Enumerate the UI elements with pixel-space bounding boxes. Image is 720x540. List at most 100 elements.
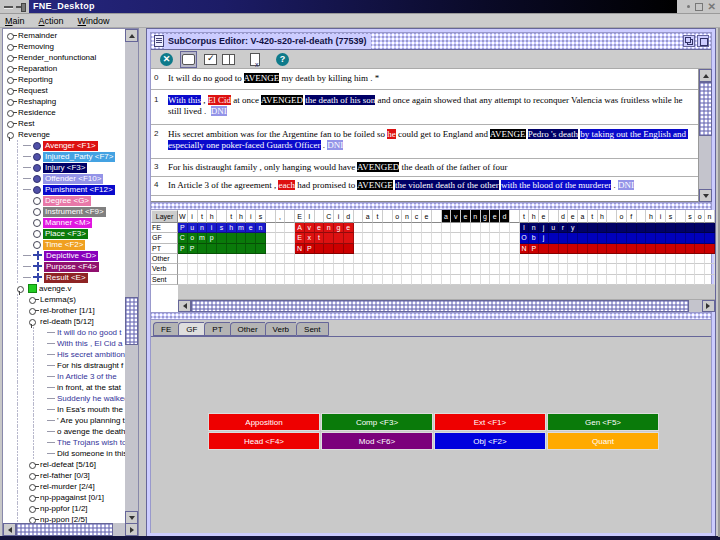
tree-fe-item[interactable]: Avenger <F1>: [3, 140, 125, 151]
grid-char-header[interactable]: e: [422, 210, 432, 223]
grid-cell[interactable]: n: [256, 223, 266, 233]
grid-cell[interactable]: [617, 254, 627, 264]
grid-cell[interactable]: [549, 264, 559, 274]
grid-cell[interactable]: [461, 264, 471, 274]
grid-char-header[interactable]: h: [207, 210, 217, 223]
grid-cell[interactable]: C: [178, 233, 188, 243]
grid-cell[interactable]: o: [188, 233, 198, 243]
grid-cell[interactable]: [666, 233, 676, 243]
tree-lemma-node[interactable]: Lemma(s): [3, 294, 125, 305]
grid-cell[interactable]: [461, 275, 471, 285]
tree-sentence[interactable]: ' Are you planning t: [3, 415, 125, 426]
grid-cell[interactable]: r: [559, 223, 569, 233]
grid-cell[interactable]: [637, 254, 647, 264]
grid-cell[interactable]: [393, 264, 403, 274]
tree-hscroll-thumb[interactable]: [16, 523, 113, 536]
help-button[interactable]: ?: [274, 51, 291, 68]
sentence-row[interactable]: 1With this , El Cid at once AVENGED the …: [151, 90, 699, 125]
window-pin-icon[interactable]: [16, 2, 26, 11]
grid-hscroll-left[interactable]: [178, 300, 191, 312]
tree-vscroll-up[interactable]: [125, 29, 138, 42]
grid-cell[interactable]: [510, 264, 520, 274]
grid-char-header[interactable]: t: [198, 210, 208, 223]
grid-char-header[interactable]: [676, 210, 686, 223]
grid-cell[interactable]: [578, 223, 588, 233]
tree-fe-item[interactable]: Time <F2>: [3, 239, 125, 250]
tab-sent[interactable]: Sent: [296, 322, 328, 336]
grid-char-header[interactable]: a: [442, 210, 452, 223]
grid-cell[interactable]: [354, 275, 364, 285]
grid-cell[interactable]: [354, 254, 364, 264]
grid-cell[interactable]: [227, 233, 237, 243]
splitter-grid-tabs[interactable]: [151, 312, 711, 320]
grid-cell[interactable]: [656, 275, 666, 285]
grid-char-header[interactable]: [217, 210, 227, 223]
grid-cell[interactable]: [188, 275, 198, 285]
grid-cell[interactable]: [334, 244, 344, 254]
grid-cell[interactable]: [402, 254, 412, 264]
grid-cell[interactable]: P: [188, 244, 198, 254]
grid-char-header[interactable]: o: [617, 210, 627, 223]
tree-frame-revenge[interactable]: Revenge: [3, 129, 125, 140]
grid-char-header[interactable]: n: [471, 210, 481, 223]
grid-cell[interactable]: [217, 264, 227, 274]
grid-cell[interactable]: [627, 223, 637, 233]
grid-cell[interactable]: [266, 233, 276, 243]
grid-cell[interactable]: [324, 254, 334, 264]
grid-cell[interactable]: [656, 244, 666, 254]
grid-cell[interactable]: [383, 254, 393, 264]
grid-cell[interactable]: [695, 233, 705, 243]
grid-cell[interactable]: s: [217, 223, 227, 233]
grid-cell[interactable]: [510, 254, 520, 264]
internal-restore-button[interactable]: [683, 35, 695, 47]
grid-cell[interactable]: [217, 254, 227, 264]
grid-char-header[interactable]: s: [666, 210, 676, 223]
grid-cell[interactable]: [295, 254, 305, 264]
tree-subcorpus[interactable]: rel-murder [2/4]: [3, 481, 125, 492]
tree-frame-rest[interactable]: Rest: [3, 118, 125, 129]
grid-cell[interactable]: [432, 244, 442, 254]
gf-button-head[interactable]: Head <F4>: [208, 432, 320, 450]
tree-frame-render_nonfunctional[interactable]: Render_nonfunctional: [3, 52, 125, 63]
grid-char-header[interactable]: [383, 210, 393, 223]
grid-cell[interactable]: [510, 223, 520, 233]
grid-char-header[interactable]: t: [373, 210, 383, 223]
grid-cell[interactable]: [451, 244, 461, 254]
sentence-row[interactable]: 2His secret ambition was for the Argenti…: [151, 125, 699, 159]
tree-subcorpus[interactable]: rel-brother [1/1]: [3, 305, 125, 316]
grid-char-header[interactable]: s: [256, 210, 266, 223]
grid-cell[interactable]: [266, 264, 276, 274]
grid-cell[interactable]: [637, 223, 647, 233]
target-span[interactable]: AVENGED: [357, 162, 399, 172]
grid-cell[interactable]: [598, 264, 608, 274]
grid-cell[interactable]: [666, 254, 676, 264]
tree-fe-item[interactable]: Place <F3>: [3, 228, 125, 239]
grid-char-header[interactable]: [637, 210, 647, 223]
grid-cell[interactable]: [266, 275, 276, 285]
grid-cell[interactable]: [363, 223, 373, 233]
grid-cell[interactable]: [324, 244, 334, 254]
grid-cell[interactable]: [481, 275, 491, 285]
grid-cell[interactable]: [510, 244, 520, 254]
grid-cell[interactable]: [246, 275, 256, 285]
grid-char-header[interactable]: ,: [276, 210, 286, 223]
verify-button[interactable]: [202, 51, 219, 68]
grid-cell[interactable]: [676, 244, 686, 254]
gf-button-ext[interactable]: Ext <F1>: [434, 413, 546, 431]
grid-cell[interactable]: [276, 275, 286, 285]
grid-cell[interactable]: [578, 275, 588, 285]
grid-cell[interactable]: [237, 254, 247, 264]
tree-fe-item[interactable]: Punishment <F12>: [3, 184, 125, 195]
grid-cell[interactable]: [471, 264, 481, 274]
grid-cell[interactable]: P: [178, 244, 188, 254]
grid-cell[interactable]: [549, 275, 559, 285]
target-span[interactable]: AVENGE: [490, 129, 526, 139]
grid-cell[interactable]: b: [529, 233, 539, 243]
gf-button-comp[interactable]: Comp <F3>: [321, 413, 433, 431]
grid-cell[interactable]: [539, 275, 549, 285]
tree-sentence[interactable]: In Article 3 of the: [3, 371, 125, 382]
grid-cell[interactable]: [442, 275, 452, 285]
grid-cell[interactable]: [695, 275, 705, 285]
grid-char-header[interactable]: i: [188, 210, 198, 223]
tab-gf[interactable]: GF: [178, 322, 204, 336]
